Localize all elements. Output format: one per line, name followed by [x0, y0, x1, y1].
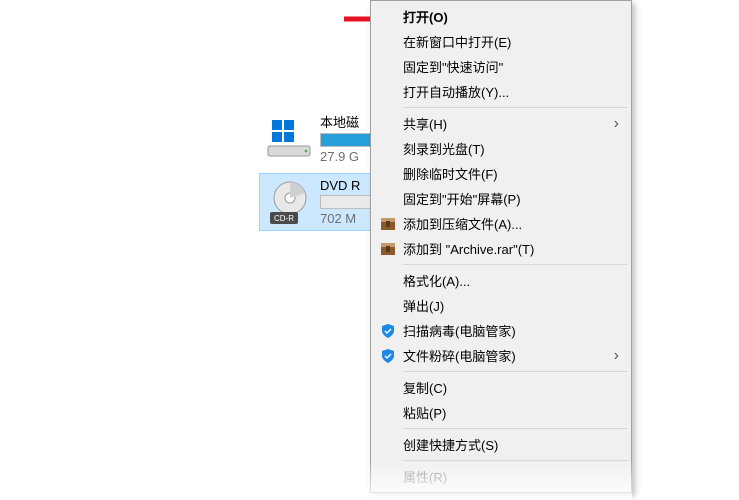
menu-separator [403, 460, 628, 461]
menu-add-to-archive[interactable]: 添加到压缩文件(A)... [373, 211, 629, 236]
menu-separator [403, 107, 628, 108]
shield-icon [379, 347, 397, 365]
menu-separator [403, 371, 628, 372]
menu-properties[interactable]: 属性(R) [373, 464, 629, 489]
menu-delete-temp[interactable]: 删除临时文件(F) [373, 161, 629, 186]
menu-pin-quick-access[interactable]: 固定到"快速访问" [373, 54, 629, 79]
menu-scan-virus[interactable]: 扫描病毒(电脑管家) [373, 318, 629, 343]
winrar-icon [379, 240, 397, 258]
menu-paste[interactable]: 粘贴(P) [373, 400, 629, 425]
menu-create-shortcut[interactable]: 创建快捷方式(S) [373, 432, 629, 457]
menu-open-new-window[interactable]: 在新窗口中打开(E) [373, 29, 629, 54]
menu-separator [403, 264, 628, 265]
disc-icon: CD-R [264, 178, 316, 226]
menu-format[interactable]: 格式化(A)... [373, 268, 629, 293]
chevron-right-icon: › [614, 347, 619, 365]
menu-share[interactable]: 共享(H)› [373, 111, 629, 136]
winrar-icon [379, 215, 397, 233]
chevron-right-icon: › [614, 115, 619, 133]
menu-eject[interactable]: 弹出(J) [373, 293, 629, 318]
menu-open-autoplay[interactable]: 打开自动播放(Y)... [373, 79, 629, 104]
context-menu: 打开(O) 在新窗口中打开(E) 固定到"快速访问" 打开自动播放(Y)... … [370, 0, 632, 493]
menu-pin-start[interactable]: 固定到"开始"屏幕(P) [373, 186, 629, 211]
svg-text:CD-R: CD-R [274, 214, 294, 223]
menu-file-shred[interactable]: 文件粉碎(电脑管家)› [373, 343, 629, 368]
menu-open[interactable]: 打开(O) [373, 4, 629, 29]
menu-copy[interactable]: 复制(C) [373, 375, 629, 400]
menu-burn-to-disc[interactable]: 刻录到光盘(T) [373, 136, 629, 161]
hdd-icon [264, 114, 316, 162]
shield-icon [379, 322, 397, 340]
menu-add-to-named-archive[interactable]: 添加到 "Archive.rar"(T) [373, 236, 629, 261]
menu-separator [403, 428, 628, 429]
